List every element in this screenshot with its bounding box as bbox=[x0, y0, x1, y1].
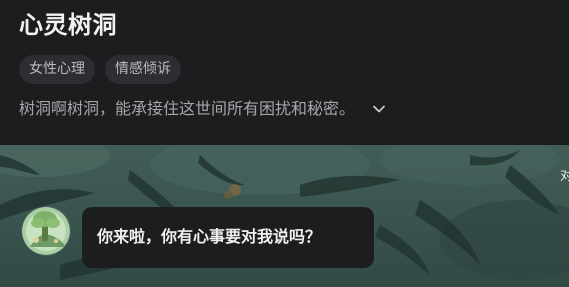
edge-text: 对 bbox=[559, 169, 569, 184]
tag-female-psychology[interactable]: 女性心理 bbox=[19, 55, 95, 84]
message-bubble: 你来啦，你有心事要对我说吗？ bbox=[82, 207, 374, 268]
avatar[interactable] bbox=[22, 207, 70, 255]
description-text: 树洞啊树洞，能承接住这世间所有困扰和秘密。 bbox=[19, 99, 356, 118]
message-text: 你来啦，你有心事要对我说吗？ bbox=[97, 227, 322, 246]
chat-area: 对 你来啦，你有心事要对我说吗？ bbox=[0, 145, 569, 287]
chevron-down-icon[interactable] bbox=[372, 102, 386, 116]
header: 心灵树洞 女性心理 情感倾诉 树洞啊树洞，能承接住这世间所有困扰和秘密。 bbox=[0, 0, 569, 145]
page-title: 心灵树洞 bbox=[19, 11, 117, 39]
tree-hollow-avatar-icon bbox=[22, 207, 70, 255]
chat-page: 心灵树洞 女性心理 情感倾诉 树洞啊树洞，能承接住这世间所有困扰和秘密。 对 你… bbox=[0, 0, 569, 287]
tag-list: 女性心理 情感倾诉 bbox=[19, 55, 181, 84]
tag-emotional-venting[interactable]: 情感倾诉 bbox=[105, 55, 181, 84]
description-row: 树洞啊树洞，能承接住这世间所有困扰和秘密。 bbox=[19, 96, 386, 122]
